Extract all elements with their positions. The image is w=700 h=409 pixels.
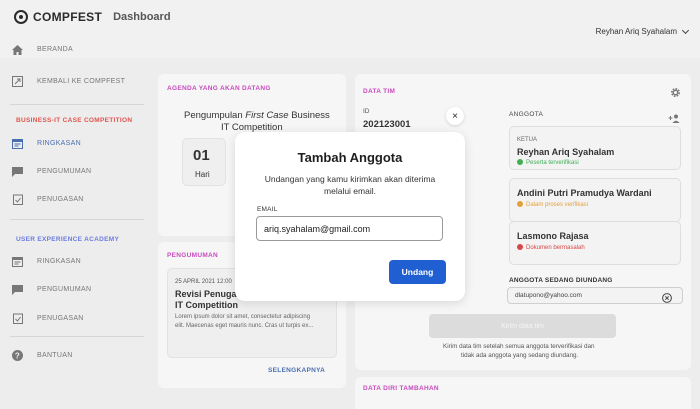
member-name: Andini Putri Pramudya Wardani (517, 188, 652, 198)
announcement-headline-2: IT Competition (175, 300, 238, 310)
chat-icon (12, 166, 23, 177)
members-label: ANGGOTA (509, 111, 544, 118)
email-label: EMAIL (257, 206, 278, 213)
member-role: KETUA (517, 137, 538, 143)
team-id-value: 202123001 (363, 119, 411, 130)
sidebar-item-penugasan-1[interactable]: PENUGASAN (12, 194, 84, 205)
sidebar-item-pengumuman-2[interactable]: PENGUMUMAN (12, 284, 91, 295)
sidebar-item-bantuan[interactable]: ? BANTUAN (12, 350, 73, 361)
divider (10, 219, 144, 220)
calendar-icon (12, 256, 23, 267)
svg-text:?: ? (15, 351, 20, 360)
team-id-label: ID (363, 108, 370, 115)
sidebar-item-penugasan-2[interactable]: PENUGASAN (12, 313, 84, 324)
member-status: Dalam proses verifikasi (517, 201, 588, 208)
external-link-icon (12, 76, 23, 87)
read-more-link[interactable]: SELENGKAPNYA (268, 367, 325, 374)
section-business-it: BUSINESS-IT CASE COMPETITION (16, 117, 133, 124)
email-input[interactable] (256, 216, 443, 241)
sidebar-item-label: BANTUAN (37, 352, 73, 359)
modal-description: Undangan yang kamu kirimkan akan diterim… (264, 174, 436, 196)
home-icon (12, 44, 23, 55)
cancel-invite-icon[interactable] (662, 290, 672, 308)
invite-button[interactable]: Undang (389, 260, 446, 284)
divider (10, 336, 144, 337)
member-card (509, 178, 681, 222)
additional-data-card (355, 377, 691, 409)
announcement-headline: Revisi Penugas (175, 289, 242, 299)
settings-icon[interactable] (670, 85, 681, 103)
countdown-value: 01 (193, 147, 210, 164)
sidebar-item-label: PENUGASAN (37, 315, 84, 322)
agenda-title: AGENDA YANG AKAN DATANG (167, 85, 271, 92)
alert-circle-icon (517, 244, 523, 250)
submit-note-2: tidak ada anggota yang sedang diundang. (461, 352, 579, 359)
submit-note: Kirim data tim setelah semua anggota ter… (443, 343, 595, 350)
clipboard-check-icon (12, 194, 23, 205)
sidebar-item-ringkasan-1[interactable]: RINGKASAN (12, 138, 81, 149)
announcement-date: 25 APRIL 2021 12:00 (175, 279, 232, 285)
clock-icon (517, 201, 523, 207)
announcement-body: Lorem ipsum dolor sit amet, consectetur … (175, 314, 311, 320)
calendar-icon (12, 138, 23, 149)
top-bar: COMPFEST Dashboard Reyhan Ariq Syahalam (0, 0, 700, 58)
agenda-event: Pengumpulan First Case Business (184, 110, 330, 121)
announcement-body-2: elit. Maecenas eget mauris nunc. Cras ut… (175, 323, 314, 329)
member-card (509, 221, 681, 265)
compfest-logo-icon (14, 10, 28, 24)
modal-title: Tambah Anggota (297, 150, 403, 165)
divider (10, 104, 144, 105)
member-name: Reyhan Ariq Syahalam (517, 147, 615, 157)
sidebar-item-pengumuman-1[interactable]: PENGUMUMAN (12, 166, 91, 177)
close-icon[interactable]: × (446, 107, 464, 125)
sidebar-item-label: PENGUMUMAN (37, 286, 92, 293)
sidebar-item-label: PENUGASAN (37, 196, 84, 203)
check-circle-icon (517, 159, 523, 165)
sidebar-item-label: PENGUMUMAN (37, 168, 92, 175)
brand-logo[interactable]: COMPFEST Dashboard (14, 10, 171, 24)
sidebar-item-label: RINGKASAN (37, 258, 81, 265)
chat-icon (12, 284, 23, 295)
sidebar-item-label: BERANDA (37, 46, 73, 53)
brand-subtitle: Dashboard (113, 11, 171, 23)
clipboard-check-icon (12, 313, 23, 324)
member-status: Dokumen bermasalah (517, 244, 585, 251)
sidebar-item-ringkasan-2[interactable]: RINGKASAN (12, 256, 81, 267)
user-menu[interactable]: Reyhan Ariq Syahalam (595, 26, 690, 36)
sidebar-item-beranda[interactable]: BERANDA (12, 44, 73, 55)
invited-label: ANGGOTA SEDANG DIUNDANG (509, 277, 613, 284)
pengumuman-title: PENGUMUMAN (167, 252, 219, 259)
countdown-unit: Hari (195, 170, 210, 179)
section-ux-academy: USER EXPERIENCE ACADEMY (16, 236, 120, 243)
sidebar-item-label: RINGKASAN (37, 140, 81, 147)
send-team-data-button[interactable]: Kirim data tim (429, 314, 616, 338)
user-name: Reyhan Ariq Syahalam (595, 27, 677, 36)
add-member-modal: Tambah Anggota Undangan yang kamu kirimk… (235, 132, 465, 301)
sidebar-item-label: KEMBALI KE COMPFEST (37, 78, 126, 85)
brand-name: COMPFEST (33, 10, 103, 24)
chevron-down-icon (681, 26, 690, 34)
sidebar-item-kembali[interactable]: KEMBALI KE COMPFEST (12, 76, 125, 87)
member-name: Lasmono Rajasa (517, 231, 589, 241)
data-tim-title: DATA TIM (363, 88, 396, 95)
member-status: Peserta terverifikasi (517, 159, 579, 166)
help-icon: ? (12, 350, 23, 361)
additional-data-title: DATA DIRI TAMBAHAN (363, 385, 439, 392)
invited-email: dlatupono@yahoo.com (515, 292, 582, 299)
